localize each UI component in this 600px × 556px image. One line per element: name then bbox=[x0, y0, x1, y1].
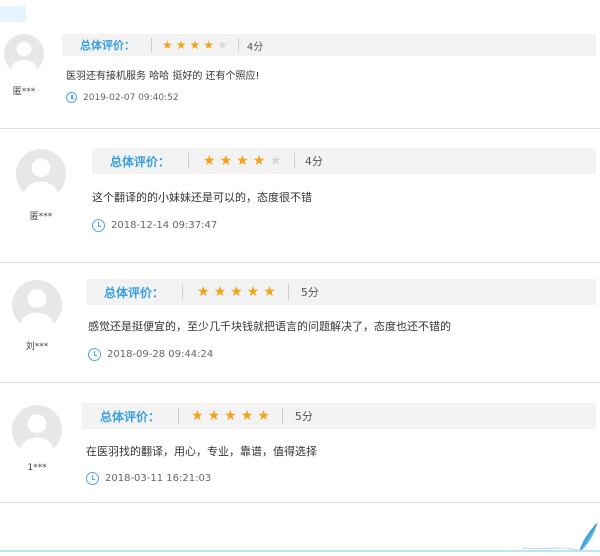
star-icon: ★ bbox=[203, 38, 215, 52]
timestamp-text: 2019-02-07 09:40:52 bbox=[83, 92, 179, 103]
rating-label: 总体评价： bbox=[104, 285, 165, 300]
star-icon: ★ bbox=[224, 408, 237, 424]
star-icon: ★ bbox=[236, 153, 249, 169]
divider bbox=[0, 262, 600, 263]
star-icon: ★ bbox=[219, 153, 233, 169]
star-icon: ★ bbox=[263, 284, 276, 300]
star-icon: ★ bbox=[197, 284, 210, 300]
rating-bar: 总体评价： ★ ★ ★ ★ ★ 4分 bbox=[62, 34, 596, 56]
avatar bbox=[12, 280, 62, 330]
avatar bbox=[12, 405, 62, 455]
rating-bar: 总体评价： ★ ★ ★ ★ ★ 4分 bbox=[92, 148, 596, 174]
star-icon: ★ bbox=[207, 408, 221, 424]
star-icon: ★ bbox=[213, 284, 227, 300]
username: 1*** bbox=[27, 463, 47, 473]
star-icon: ★ bbox=[246, 284, 260, 300]
star-empty-icon: ★ bbox=[269, 153, 282, 169]
clock-icon bbox=[92, 219, 105, 232]
star-icon: ★ bbox=[230, 284, 243, 300]
divider bbox=[178, 408, 180, 424]
divider bbox=[188, 153, 190, 169]
review-content: 感觉还是挺便宜的，至少几千块钱就把语言的问题解决了，态度也还不错的 bbox=[88, 320, 451, 333]
star-icon: ★ bbox=[203, 153, 216, 169]
clock-icon bbox=[66, 92, 77, 103]
rating-label: 总体评价： bbox=[110, 154, 171, 169]
star-rating: ★ ★ ★ ★ ★ bbox=[203, 154, 282, 168]
clock-icon bbox=[86, 472, 99, 485]
timestamp-text: 2018-12-14 09:37:47 bbox=[111, 220, 218, 231]
divider bbox=[293, 153, 295, 169]
star-icon: ★ bbox=[175, 38, 187, 52]
star-icon: ★ bbox=[162, 38, 173, 52]
timestamp: 2018-09-28 09:44:24 bbox=[88, 348, 213, 361]
divider bbox=[0, 382, 600, 383]
divider bbox=[281, 408, 283, 424]
top-tab-marker bbox=[0, 6, 26, 22]
star-icon: ★ bbox=[252, 153, 266, 169]
star-empty-icon: ★ bbox=[217, 38, 228, 52]
avatar bbox=[4, 34, 44, 74]
review-content: 这个翻译的的小妹妹还是可以的，态度很不错 bbox=[92, 191, 312, 204]
username: 刘*** bbox=[25, 342, 49, 352]
clock-icon bbox=[88, 348, 101, 361]
timestamp: 2018-03-11 16:21:03 bbox=[86, 472, 211, 485]
star-icon: ★ bbox=[257, 408, 270, 424]
divider bbox=[0, 128, 600, 129]
divider bbox=[182, 284, 184, 300]
divider bbox=[287, 284, 289, 300]
score: 5分 bbox=[300, 286, 319, 299]
divider bbox=[151, 38, 152, 52]
username: 匿*** bbox=[12, 87, 36, 97]
timestamp: 2018-12-14 09:37:47 bbox=[92, 219, 217, 232]
rating-bar: 总体评价： ★ ★ ★ ★ ★ 5分 bbox=[86, 279, 596, 305]
divider bbox=[237, 38, 239, 52]
quill-pen-icon bbox=[521, 522, 598, 551]
star-icon: ★ bbox=[240, 408, 254, 424]
rating-label: 总体评价： bbox=[100, 409, 161, 424]
timestamp: 2019-02-07 09:40:52 bbox=[66, 92, 179, 103]
rating-bar: 总体评价： ★ ★ ★ ★ ★ 5分 bbox=[82, 403, 596, 429]
timestamp-text: 2018-03-11 16:21:03 bbox=[105, 473, 212, 484]
score: 4分 bbox=[246, 41, 264, 53]
star-icon: ★ bbox=[189, 38, 201, 52]
avatar bbox=[16, 149, 66, 199]
divider bbox=[0, 502, 600, 503]
review-content: 在医羽找的翻译，用心，专业，靠谱，值得选择 bbox=[86, 445, 317, 458]
review-content: 医羽还有接机服务 哈哈 挺好的 还有个照应! bbox=[66, 71, 260, 82]
footer-line bbox=[0, 550, 600, 552]
timestamp-text: 2018-09-28 09:44:24 bbox=[107, 349, 214, 360]
star-rating: ★ ★ ★ ★ ★ bbox=[197, 285, 276, 299]
star-icon: ★ bbox=[191, 408, 204, 424]
star-rating: ★ ★ ★ ★ ★ bbox=[162, 39, 228, 51]
username: 匿*** bbox=[29, 212, 53, 222]
rating-label: 总体评价： bbox=[80, 39, 135, 52]
score: 4分 bbox=[304, 155, 323, 168]
score: 5分 bbox=[294, 410, 313, 423]
star-rating: ★ ★ ★ ★ ★ bbox=[191, 409, 270, 423]
